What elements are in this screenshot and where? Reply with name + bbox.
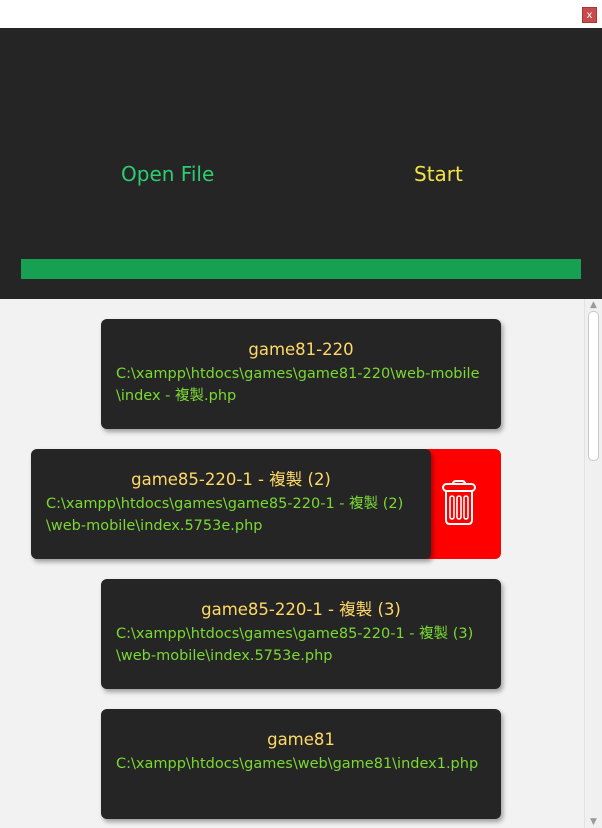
file-path: C:\xampp\htdocs\games\web\game81\index1.… — [116, 756, 479, 772]
file-path: C:\xampp\htdocs\games\game85-220-1 - 複製 … — [116, 626, 474, 664]
trash-icon — [442, 480, 476, 525]
control-panel: Open File Start — [0, 28, 602, 299]
scroll-up-icon[interactable]: ▲ — [585, 299, 602, 311]
progress-bar — [21, 259, 581, 279]
file-name: game85-220-1 - 複製 (3) — [201, 600, 401, 619]
file-name: game81 — [267, 730, 335, 749]
file-name: game81-220 — [248, 340, 354, 359]
file-card[interactable]: game81-220 C:\xampp\htdocs\games\game81-… — [101, 319, 501, 429]
title-bar: x — [0, 0, 602, 28]
file-card[interactable]: game81 C:\xampp\htdocs\games\web\game81\… — [101, 709, 501, 819]
vertical-scrollbar[interactable]: ▲ ▼ — [584, 299, 602, 828]
file-path: C:\xampp\htdocs\games\game81-220\web-mob… — [116, 366, 480, 404]
scroll-down-icon[interactable]: ▼ — [585, 816, 602, 828]
start-button[interactable]: Start — [414, 162, 463, 186]
file-path: C:\xampp\htdocs\games\game85-220-1 - 複製 … — [46, 496, 404, 534]
file-name: game85-220-1 - 複製 (2) — [131, 470, 331, 489]
file-card-swiped[interactable]: game85-220-1 - 複製 (2) C:\xampp\htdocs\ga… — [31, 449, 431, 559]
close-button[interactable]: x — [582, 7, 597, 23]
progress-bar-fill — [21, 259, 581, 279]
open-file-button[interactable]: Open File — [121, 162, 214, 186]
file-card[interactable]: game85-220-1 - 複製 (3) C:\xampp\htdocs\ga… — [101, 579, 501, 689]
file-list: game81-220 C:\xampp\htdocs\games\game81-… — [0, 299, 584, 828]
scroll-thumb[interactable] — [588, 311, 599, 461]
